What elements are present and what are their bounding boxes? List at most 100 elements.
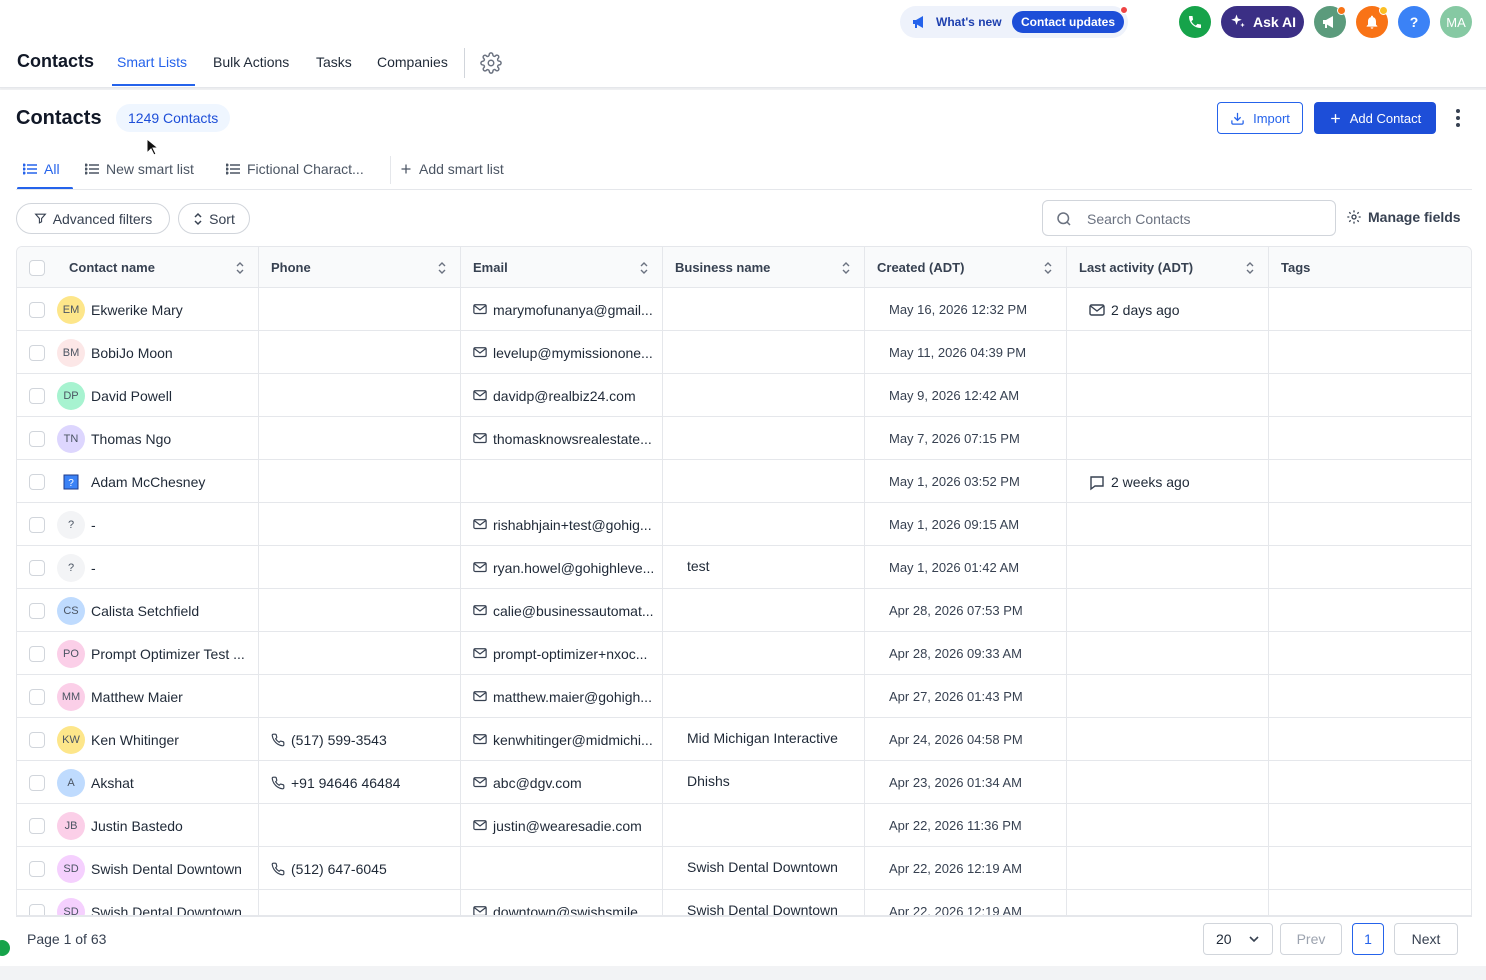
contact-name-cell[interactable]: BM BobiJo Moon xyxy=(57,331,255,374)
table-row[interactable]: EM Ekwerike Mary marymofunanya@gmail... May… xyxy=(17,288,1471,331)
smart-list-tab-fictional[interactable]: Fictional Charact... xyxy=(226,161,364,177)
contact-name-cell[interactable]: EM Ekwerike Mary xyxy=(57,288,255,331)
contact-name-cell[interactable]: TN Thomas Ngo xyxy=(57,417,255,460)
contact-name-cell[interactable]: JB Justin Bastedo xyxy=(57,804,255,847)
col-created[interactable]: Created (ADT) xyxy=(877,247,1067,288)
contact-name-cell[interactable]: DP David Powell xyxy=(57,374,255,417)
sort-button[interactable]: Sort xyxy=(178,203,250,234)
broadcast-button[interactable] xyxy=(1314,6,1346,38)
contact-name[interactable]: Matthew Maier xyxy=(91,689,183,705)
row-checkbox[interactable] xyxy=(29,847,59,890)
help-button[interactable]: ? xyxy=(1398,6,1430,38)
contact-name[interactable]: Akshat xyxy=(91,775,134,791)
row-checkbox[interactable] xyxy=(29,632,59,675)
more-options-icon[interactable] xyxy=(1448,106,1468,130)
contact-name-cell[interactable]: SD Swish Dental Downtown xyxy=(57,890,255,916)
table-row[interactable]: A Akshat +91 94646 46484 abc@dgv.com Dhishs A… xyxy=(17,761,1471,804)
col-last-activity[interactable]: Last activity (ADT) xyxy=(1079,247,1269,288)
notifications-button[interactable] xyxy=(1356,6,1388,38)
contact-name[interactable]: Thomas Ngo xyxy=(91,431,171,447)
table-row[interactable]: ? - ryan.howel@gohighleve... test May 1, 202… xyxy=(17,546,1471,589)
created-cell: Apr 22, 2026 12:19 AM xyxy=(889,904,1022,916)
col-business-name[interactable]: Business name xyxy=(675,247,865,288)
page-1-button[interactable]: 1 xyxy=(1352,923,1384,955)
row-checkbox[interactable] xyxy=(29,675,59,718)
contact-name-cell[interactable]: CS Calista Setchfield xyxy=(57,589,255,632)
table-row[interactable]: ? - rishabhjain+test@gohig... May 1, 2026 0… xyxy=(17,503,1471,546)
row-checkbox[interactable] xyxy=(29,890,59,915)
smart-list-tab-all[interactable]: All xyxy=(23,161,60,177)
table-row[interactable]: CS Calista Setchfield calie@businessautoma… xyxy=(17,589,1471,632)
active-tab-indicator xyxy=(112,84,195,86)
contact-name[interactable]: Adam McChesney xyxy=(91,474,205,490)
add-smart-list-button[interactable]: Add smart list xyxy=(400,161,504,177)
phone-button[interactable] xyxy=(1179,6,1211,38)
row-checkbox[interactable] xyxy=(29,503,59,546)
table-row[interactable]: DP David Powell davidp@realbiz24.com May 9,… xyxy=(17,374,1471,417)
contact-name-cell[interactable]: ? - xyxy=(57,546,255,589)
contact-name[interactable]: Swish Dental Downtown xyxy=(91,861,242,877)
search-box[interactable] xyxy=(1042,200,1336,236)
contact-name[interactable]: Calista Setchfield xyxy=(91,603,199,619)
contact-name[interactable]: Swish Dental Downtown xyxy=(91,904,242,916)
table-row[interactable]: TN Thomas Ngo thomasknowsrealestate... May … xyxy=(17,417,1471,460)
next-page-button[interactable]: Next xyxy=(1394,923,1458,955)
tab-companies[interactable]: Companies xyxy=(377,54,448,70)
gear-icon[interactable] xyxy=(480,52,502,74)
table-row[interactable]: ? Adam McChesney May 1, 2026 03:52 PM 2 wee… xyxy=(17,460,1471,503)
contact-name-cell[interactable]: KW Ken Whitinger xyxy=(57,718,255,761)
contact-name[interactable]: - xyxy=(91,560,96,576)
col-contact-name[interactable]: Contact name xyxy=(69,247,259,288)
advanced-filters-button[interactable]: Advanced filters xyxy=(16,203,170,234)
row-checkbox[interactable] xyxy=(29,589,59,632)
row-checkbox[interactable] xyxy=(29,718,59,761)
contact-name[interactable]: Justin Bastedo xyxy=(91,818,183,834)
page-size-select[interactable]: 20 xyxy=(1203,923,1273,955)
contact-name[interactable]: Ken Whitinger xyxy=(91,732,179,748)
row-checkbox[interactable] xyxy=(29,804,59,847)
contact-name-cell[interactable]: ? Adam McChesney xyxy=(57,460,255,503)
table-row[interactable]: JB Justin Bastedo justin@wearesadie.com Apr… xyxy=(17,804,1471,847)
contact-name-cell[interactable]: MM Matthew Maier xyxy=(57,675,255,718)
prev-page-button[interactable]: Prev xyxy=(1280,923,1342,955)
row-checkbox[interactable] xyxy=(29,374,59,417)
table-row[interactable]: KW Ken Whitinger (517) 599-3543 kenwhitinge… xyxy=(17,718,1471,761)
contact-name[interactable]: Ekwerike Mary xyxy=(91,302,183,318)
contact-updates-pill[interactable]: Contact updates xyxy=(1012,11,1125,33)
tab-bulk-actions[interactable]: Bulk Actions xyxy=(213,54,289,70)
row-checkbox[interactable] xyxy=(29,761,59,804)
tab-tasks[interactable]: Tasks xyxy=(316,54,352,70)
contact-name-cell[interactable]: A Akshat xyxy=(57,761,255,804)
contact-name[interactable]: BobiJo Moon xyxy=(91,345,173,361)
contact-name[interactable]: - xyxy=(91,517,96,533)
col-email[interactable]: Email xyxy=(473,247,663,288)
row-checkbox[interactable] xyxy=(29,331,59,374)
row-checkbox[interactable] xyxy=(29,460,59,503)
ask-ai-button[interactable]: Ask AI xyxy=(1221,6,1304,38)
table-row[interactable]: SD Swish Dental Downtown downtown@swishsmi… xyxy=(17,890,1471,916)
search-input[interactable] xyxy=(1087,209,1327,229)
smart-list-tab-new[interactable]: New smart list xyxy=(85,161,194,177)
user-avatar[interactable]: MA xyxy=(1440,6,1472,38)
manage-fields-label: Manage fields xyxy=(1368,209,1461,225)
contact-name-cell[interactable]: ? - xyxy=(57,503,255,546)
table-row[interactable]: PO Prompt Optimizer Test ... prompt-optimi… xyxy=(17,632,1471,675)
row-checkbox[interactable] xyxy=(29,546,59,589)
whats-new-banner[interactable]: What's new Contact updates xyxy=(900,6,1128,38)
col-phone[interactable]: Phone xyxy=(271,247,461,288)
table-row[interactable]: MM Matthew Maier matthew.maier@gohigh... Ap… xyxy=(17,675,1471,718)
select-all-checkbox[interactable] xyxy=(29,247,45,288)
import-button[interactable]: Import xyxy=(1217,102,1303,134)
contact-name[interactable]: David Powell xyxy=(91,388,172,404)
tab-smart-lists[interactable]: Smart Lists xyxy=(117,54,187,70)
add-contact-button[interactable]: Add Contact xyxy=(1314,102,1436,134)
row-checkbox[interactable] xyxy=(29,417,59,460)
row-checkbox[interactable] xyxy=(29,288,59,331)
table-row[interactable]: BM BobiJo Moon levelup@mymissionone... May … xyxy=(17,331,1471,374)
table-row[interactable]: SD Swish Dental Downtown (512) 647-6045 Swi… xyxy=(17,847,1471,890)
manage-fields-button[interactable]: Manage fields xyxy=(1346,209,1461,225)
contact-name-cell[interactable]: SD Swish Dental Downtown xyxy=(57,847,255,890)
col-tags[interactable]: Tags xyxy=(1281,247,1461,288)
contact-name-cell[interactable]: PO Prompt Optimizer Test ... xyxy=(57,632,255,675)
contact-name[interactable]: Prompt Optimizer Test ... xyxy=(91,646,245,662)
